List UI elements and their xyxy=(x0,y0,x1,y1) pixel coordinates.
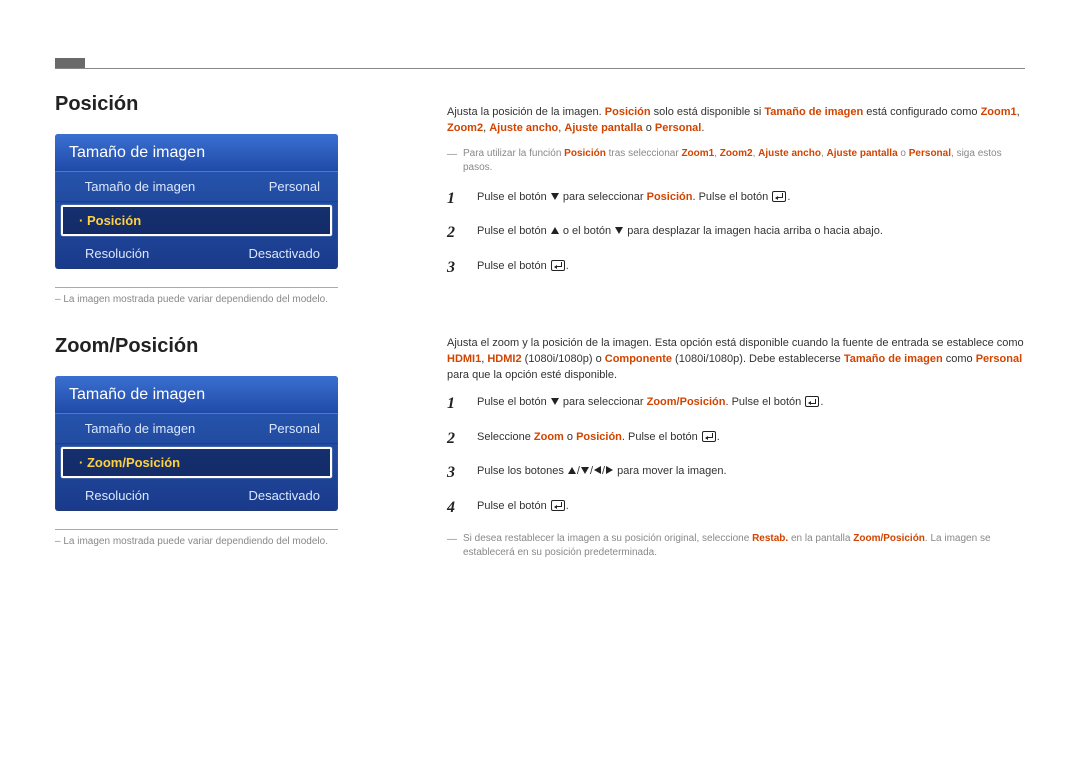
section1-right: Ajusta la posición de la imagen. Posició… xyxy=(447,105,1025,274)
section1-intro: Ajusta la posición de la imagen. Posició… xyxy=(447,105,1025,137)
s2-step3: Pulse los botones /// para mover la imag… xyxy=(447,463,1025,480)
menu1-title: Tamaño de imagen xyxy=(55,134,338,172)
menu2-row-0[interactable]: Tamaño de imagen Personal xyxy=(55,414,338,444)
menu1-row-0-label: Tamaño de imagen xyxy=(77,179,195,194)
left-column: Posición Tamaño de imagen Tamaño de imag… xyxy=(55,55,395,622)
s2-step1: Pulse el botón para seleccionar Zoom/Pos… xyxy=(447,394,1025,411)
section1-title: Posición xyxy=(55,93,395,116)
arrow-down-icon xyxy=(551,193,559,200)
menu1-row-0-value: Personal xyxy=(269,179,320,194)
s1-step1: Pulse el botón para seleccionar Posición… xyxy=(447,189,1025,206)
menu2-row-2-label: Resolución xyxy=(77,488,149,503)
enter-icon xyxy=(551,260,565,271)
menu1-row-2[interactable]: Resolución Desactivado xyxy=(55,239,338,269)
arrow-up-icon xyxy=(551,227,559,234)
menu-box-2: Tamaño de imagen Tamaño de imagen Person… xyxy=(55,376,338,511)
menu1-row-1-label: Posición xyxy=(79,213,141,228)
arrow-right-icon xyxy=(606,466,613,474)
menu1-row-2-label: Resolución xyxy=(77,246,149,261)
s2-step2: Seleccione Zoom o Posición. Pulse el bot… xyxy=(447,429,1025,446)
menu2-row-0-label: Tamaño de imagen xyxy=(77,421,195,436)
menu1-row-1[interactable]: Posición xyxy=(61,205,332,236)
arrow-down-icon xyxy=(615,227,623,234)
menu2-row-0-value: Personal xyxy=(269,421,320,436)
s1-step2: Pulse el botón o el botón para desplazar… xyxy=(447,223,1025,240)
enter-icon xyxy=(702,431,716,442)
menu-box-1: Tamaño de imagen Tamaño de imagen Person… xyxy=(55,134,338,269)
menu1-row-0[interactable]: Tamaño de imagen Personal xyxy=(55,172,338,202)
section2-title: Zoom/Posición xyxy=(55,335,395,358)
s2-step4: Pulse el botón . xyxy=(447,498,1025,515)
menu2-row-2[interactable]: Resolución Desactivado xyxy=(55,481,338,511)
section2-intro: Ajusta el zoom y la posición de la image… xyxy=(447,336,1025,384)
menu2-row-1-label: Zoom/Posición xyxy=(79,455,180,470)
menu2-title: Tamaño de imagen xyxy=(55,376,338,414)
caption2: La imagen mostrada puede variar dependie… xyxy=(55,536,395,547)
enter-icon xyxy=(772,191,786,202)
menu2-row-1[interactable]: Zoom/Posición xyxy=(61,447,332,478)
arrow-left-icon xyxy=(594,466,601,474)
section2-tail-note: Si desea restablecer la imagen a su posi… xyxy=(447,532,1025,560)
arrow-down-icon xyxy=(551,398,559,405)
s1-step3: Pulse el botón . xyxy=(447,258,1025,275)
enter-icon xyxy=(551,500,565,511)
right-column: Ajusta la posición de la imagen. Posició… xyxy=(447,55,1025,622)
menu2-row-2-value: Desactivado xyxy=(248,488,320,503)
enter-icon xyxy=(805,396,819,407)
section2-steps: Pulse el botón para seleccionar Zoom/Pos… xyxy=(447,394,1025,514)
caption1: La imagen mostrada puede variar dependie… xyxy=(55,294,395,305)
menu1-row-2-value: Desactivado xyxy=(248,246,320,261)
section1-note: Para utilizar la función Posición tras s… xyxy=(447,147,1025,175)
arrow-up-icon xyxy=(568,467,576,474)
arrow-down-icon xyxy=(581,467,589,474)
section2-right: Ajusta el zoom y la posición de la image… xyxy=(447,336,1025,560)
section1-steps: Pulse el botón para seleccionar Posición… xyxy=(447,189,1025,275)
